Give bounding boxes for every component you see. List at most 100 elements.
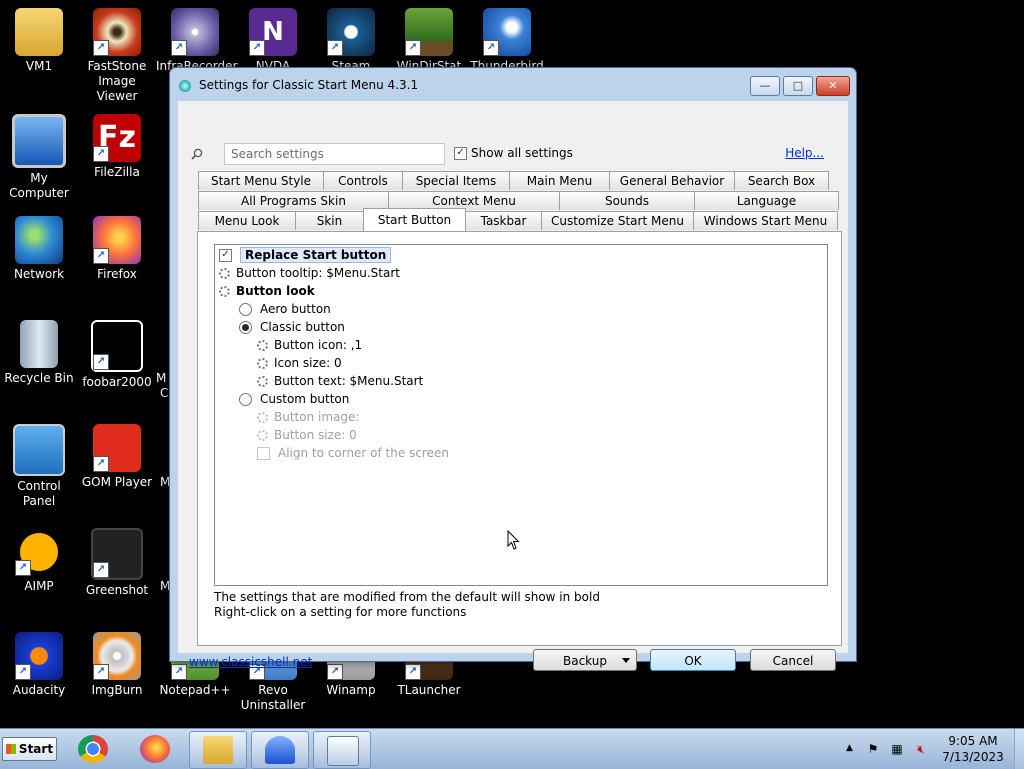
tab-search-box[interactable]: Search Box <box>734 171 829 190</box>
taskbar-firefox[interactable] <box>127 731 183 767</box>
setting-custom-button[interactable]: Custom button <box>239 390 349 408</box>
tab-taskbar[interactable]: Taskbar <box>465 211 542 230</box>
mouse-cursor-icon <box>507 530 520 550</box>
settings-tree[interactable]: ✓ Replace Start button Button tooltip: $M… <box>214 244 828 586</box>
gear-icon <box>257 358 268 369</box>
action-center-flag-icon[interactable]: ⚑ <box>866 742 880 756</box>
desktop-icon-label: Network <box>13 267 65 281</box>
tab-start-button[interactable]: Start Button <box>363 208 466 231</box>
maximize-button[interactable]: □ <box>783 76 813 96</box>
tab-sounds[interactable]: Sounds <box>559 191 695 210</box>
volume-muted-icon[interactable]: 🔇︎ <box>914 742 928 756</box>
gear-icon <box>219 286 230 297</box>
faststone-eye-icon: ↗ <box>93 8 141 56</box>
taskbar-clock[interactable]: 9:05 AM 7/13/2023 <box>940 733 1006 765</box>
tab-menu-look[interactable]: Menu Look <box>198 211 296 230</box>
settings-window-icon <box>327 736 359 766</box>
search-icon <box>191 148 203 160</box>
desktop-icon-vm1[interactable]: VM1 <box>0 8 78 74</box>
show-all-settings-checkbox[interactable]: ✓ Show all settings <box>454 146 573 160</box>
shortcut-arrow-icon: ↗ <box>93 456 109 472</box>
taskbar-settings-window[interactable] <box>313 731 371 769</box>
cancel-button[interactable]: Cancel <box>750 649 836 671</box>
backup-button[interactable]: Backup <box>533 649 637 671</box>
setting-button-icon[interactable]: Button icon: ,1 <box>257 336 362 354</box>
desktop-icon-my-computer[interactable]: My Computer <box>0 114 78 201</box>
taskbar: Start ▲ ⚑ ▦ 🔇︎ 9:05 AM 7/13/2023 <box>0 728 1024 769</box>
search-settings-input[interactable] <box>224 143 445 165</box>
setting-classic-button[interactable]: Classic button <box>239 318 345 336</box>
desktop-icon-control-panel[interactable]: Control Panel <box>0 424 78 509</box>
desktop-icon-gom[interactable]: ↗ GOM Player <box>78 424 156 490</box>
steam-icon: ↗ <box>327 8 375 56</box>
taskbar-classic-shell[interactable] <box>251 731 309 769</box>
desktop-icon-nvda[interactable]: N ↗ NVDA <box>234 8 312 74</box>
setting-replace-start-button[interactable]: ✓ Replace Start button <box>219 246 392 264</box>
chrome-icon <box>78 735 108 763</box>
tab-main-menu[interactable]: Main Menu <box>509 171 610 190</box>
note-bold-settings: The settings that are modified from the … <box>214 590 600 604</box>
setting-align-corner[interactable]: Align to corner of the screen <box>257 444 449 462</box>
desktop-icon-faststone[interactable]: ↗ FastStone Image Viewer <box>78 8 156 104</box>
tab-windows-start-menu[interactable]: Windows Start Menu <box>693 211 838 230</box>
shortcut-arrow-icon: ↗ <box>93 40 109 56</box>
tab-customize-start-menu[interactable]: Customize Start Menu <box>541 211 694 230</box>
desktop-icon-label: Control Panel <box>17 479 61 508</box>
tab-language[interactable]: Language <box>694 191 839 210</box>
shortcut-arrow-icon: ↗ <box>327 664 343 680</box>
classicshell-link[interactable]: www.classicshell.net <box>189 655 312 669</box>
recycle-bin-icon <box>20 320 58 368</box>
note-right-click: Right-click on a setting for more functi… <box>214 605 467 619</box>
show-desktop-button[interactable] <box>1014 729 1024 769</box>
desktop-icon-audacity[interactable]: ↗ Audacity <box>0 632 78 698</box>
desktop-icon-aimp[interactable]: ↗ AIMP <box>0 528 78 594</box>
shortcut-arrow-icon: ↗ <box>405 664 421 680</box>
tab-row-2: All Programs Skin Context Menu Sounds La… <box>198 191 839 211</box>
windows-logo-icon <box>5 744 16 754</box>
desktop-icon-imgburn[interactable]: ↗ ImgBurn <box>78 632 156 698</box>
desktop-icon-foobar[interactable]: ↗ foobar2000 <box>78 320 156 390</box>
network-icon[interactable]: ▦ <box>890 742 904 756</box>
taskbar-chrome[interactable] <box>65 731 121 767</box>
setting-button-look[interactable]: Button look <box>219 282 315 300</box>
shortcut-arrow-icon: ↗ <box>93 354 109 370</box>
tab-skin[interactable]: Skin <box>295 211 364 230</box>
thunderbird-icon: ↗ <box>483 8 531 56</box>
desktop-icon-label: ImgBurn <box>91 683 143 697</box>
setting-button-text[interactable]: Button text: $Menu.Start <box>257 372 423 390</box>
setting-icon-size[interactable]: Icon size: 0 <box>257 354 342 372</box>
desktop-icon-infrarecorder[interactable]: ↗ InfraRecorder <box>156 8 237 74</box>
explorer-icon <box>203 736 233 764</box>
desktop-icon-network[interactable]: Network <box>0 216 78 282</box>
desktop-icon-windirstat[interactable]: ↗ WinDirStat <box>390 8 468 74</box>
shortcut-arrow-icon: ↗ <box>483 40 499 56</box>
setting-button-tooltip[interactable]: Button tooltip: $Menu.Start <box>219 264 400 282</box>
help-link[interactable]: Help... <box>785 146 824 160</box>
tab-all-programs-skin[interactable]: All Programs Skin <box>198 191 389 210</box>
tab-general-behavior[interactable]: General Behavior <box>609 171 735 190</box>
ok-button[interactable]: OK <box>650 649 736 671</box>
title-bar[interactable]: Settings for Classic Start Menu 4.3.1 — … <box>170 68 856 102</box>
tab-controls[interactable]: Controls <box>323 171 403 190</box>
setting-button-image[interactable]: Button image: <box>257 408 359 426</box>
desktop-icon-label: Audacity <box>12 683 66 697</box>
close-button[interactable]: ✕ <box>816 76 850 96</box>
desktop-icon-thunderbird[interactable]: ↗ Thunderbird <box>468 8 546 74</box>
desktop-icon-greenshot[interactable]: ↗ Greenshot <box>78 528 156 598</box>
tab-start-menu-style[interactable]: Start Menu Style <box>198 171 324 190</box>
setting-button-size[interactable]: Button size: 0 <box>257 426 357 444</box>
show-hidden-icons-icon[interactable]: ▲ <box>846 743 853 753</box>
classic-shell-icon <box>179 80 191 92</box>
taskbar-explorer[interactable] <box>189 731 247 769</box>
minimize-button[interactable]: — <box>750 76 780 96</box>
gear-icon <box>257 430 268 441</box>
window-client: ✓ Show all settings Help... Start Menu St… <box>178 101 848 671</box>
desktop-icon-filezilla[interactable]: Fz ↗ FileZilla <box>78 114 156 180</box>
start-button[interactable]: Start <box>2 737 57 761</box>
desktop-icon-steam[interactable]: ↗ Steam <box>312 8 390 74</box>
desktop-icon-firefox[interactable]: ↗ Firefox <box>78 216 156 282</box>
desktop-icon-recycle-bin[interactable]: Recycle Bin <box>0 320 78 386</box>
setting-aero-button[interactable]: Aero button <box>239 300 331 318</box>
settings-window: Settings for Classic Start Menu 4.3.1 — … <box>169 67 857 671</box>
tab-special-items[interactable]: Special Items <box>402 171 510 190</box>
